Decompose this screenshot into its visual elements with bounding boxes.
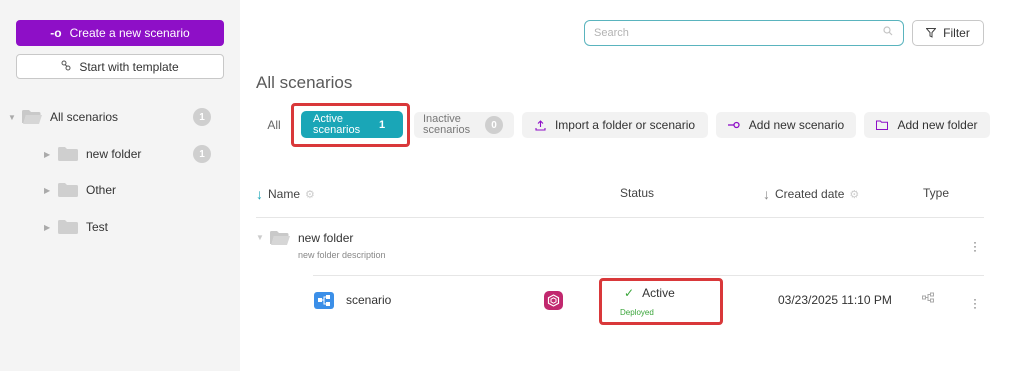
kebab-icon[interactable]: · · · xyxy=(972,236,978,256)
tab-label: Active scenarios xyxy=(313,112,361,136)
search-icon xyxy=(883,26,893,39)
folder-open-icon xyxy=(22,110,42,124)
scenario-name[interactable]: scenario xyxy=(346,293,391,307)
hexagon-icon xyxy=(544,291,563,310)
created-date: 03/23/2025 11:10 PM xyxy=(778,293,892,307)
folder-icon xyxy=(58,183,78,197)
tab-all[interactable]: All xyxy=(258,112,290,138)
column-header-name[interactable]: ↓ Name ⚙ xyxy=(256,186,315,202)
add-folder-label: Add new folder xyxy=(897,118,978,132)
tree-item-label: new folder xyxy=(86,147,142,161)
create-scenario-label: Create a new scenario xyxy=(69,26,190,40)
tab-inactive-scenarios[interactable]: Inactive scenarios 0 xyxy=(414,112,514,138)
start-with-template-label: Start with template xyxy=(79,59,179,74)
chevron-right-icon[interactable]: ▶ xyxy=(44,223,50,232)
folder-name[interactable]: new folder xyxy=(298,231,353,245)
kebab-icon[interactable]: · · · xyxy=(972,293,978,313)
folder-open-icon xyxy=(270,231,290,245)
add-folder-button[interactable]: Add new folder xyxy=(864,112,990,138)
connector-icon xyxy=(727,121,740,129)
arrow-down-icon: ↓ xyxy=(763,186,770,202)
deployment-status: Deployed xyxy=(620,308,654,317)
tab-count: 0 xyxy=(485,116,503,134)
tree-item-all-scenarios[interactable]: ▼ All scenarios 1 xyxy=(0,105,240,129)
connector-icon: -o xyxy=(50,26,62,40)
column-header-type: Type xyxy=(923,186,949,200)
tab-count: 1 xyxy=(379,118,386,131)
chevron-down-icon[interactable]: ▼ xyxy=(8,113,16,122)
create-scenario-button[interactable]: -o Create a new scenario xyxy=(16,20,224,46)
count-badge: 1 xyxy=(193,145,211,163)
import-label: Import a folder or scenario xyxy=(554,118,696,132)
add-scenario-button[interactable]: Add new scenario xyxy=(716,112,856,138)
tree-item-label: All scenarios xyxy=(50,110,119,124)
import-button[interactable]: Import a folder or scenario xyxy=(522,112,708,138)
tree-item-label: Test xyxy=(86,220,109,234)
tree-item-new-folder[interactable]: ▶ new folder 1 xyxy=(0,142,240,166)
tab-active-scenarios[interactable]: Active scenarios 1 xyxy=(301,111,403,138)
search-input[interactable] xyxy=(585,21,865,45)
divider xyxy=(256,217,984,218)
chevron-right-icon[interactable]: ▶ xyxy=(44,150,50,159)
search-box xyxy=(584,20,904,46)
flow-icon xyxy=(922,292,935,306)
column-label: Status xyxy=(620,186,655,200)
sidebar: -o Create a new scenario Start with temp… xyxy=(0,0,240,371)
folder-icon xyxy=(58,147,78,161)
divider xyxy=(313,275,984,276)
column-header-status: Status xyxy=(620,186,654,200)
add-scenario-label: Add new scenario xyxy=(748,118,845,132)
tree-item-test[interactable]: ▶ Test xyxy=(0,215,240,239)
gear-icon[interactable]: ⚙ xyxy=(305,188,315,201)
start-with-template-button[interactable]: Start with template xyxy=(16,54,224,79)
column-header-created[interactable]: ↓ Created date ⚙ xyxy=(763,186,859,202)
filter-button[interactable]: Filter xyxy=(912,20,984,46)
filter-icon xyxy=(926,28,937,38)
filter-label: Filter xyxy=(943,26,970,40)
column-label: Created date xyxy=(775,187,845,201)
status-badge: ✓ Active xyxy=(624,286,675,300)
gear-icon[interactable]: ⚙ xyxy=(849,188,859,201)
chevron-right-icon[interactable]: ▶ xyxy=(44,186,50,195)
flow-icon xyxy=(314,292,334,309)
column-label: Name xyxy=(268,187,301,201)
folder-icon xyxy=(876,120,889,130)
template-icon xyxy=(61,60,71,74)
arrow-down-icon: ↓ xyxy=(256,186,263,202)
page-title: All scenarios xyxy=(256,73,353,92)
folder-description: new folder description xyxy=(298,250,386,260)
column-label: Type xyxy=(923,186,950,200)
status-text: Active xyxy=(642,286,675,300)
tree-item-label: Other xyxy=(86,183,117,197)
upload-icon xyxy=(535,119,546,131)
count-badge: 1 xyxy=(193,108,211,126)
tree-item-other[interactable]: ▶ Other xyxy=(0,178,240,202)
folder-icon xyxy=(58,220,78,234)
chevron-down-icon[interactable]: ▼ xyxy=(256,233,264,242)
tab-label: Inactive scenarios xyxy=(423,113,471,136)
check-icon: ✓ xyxy=(624,286,635,300)
